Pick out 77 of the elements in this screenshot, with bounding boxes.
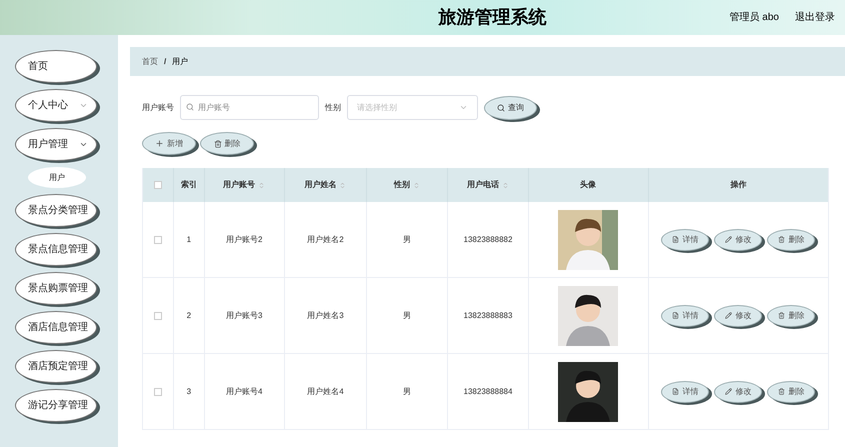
pencil-icon: [725, 236, 732, 243]
column-header: 操作: [730, 179, 746, 191]
delete-button[interactable]: 删除: [767, 380, 816, 402]
add-button[interactable]: 新增: [142, 132, 196, 155]
detail-button[interactable]: 详情: [661, 228, 710, 250]
edit-button[interactable]: 修改: [714, 228, 762, 250]
table-cell: 1: [186, 234, 192, 246]
column-header: 用户姓名: [304, 179, 336, 191]
breadcrumb-item[interactable]: 首页: [142, 56, 158, 68]
breadcrumb-separator: /: [164, 56, 166, 68]
table-cell: 13823888883: [464, 310, 512, 322]
table-cell: 用户姓名4: [307, 386, 344, 398]
delete-button[interactable]: 删除: [767, 304, 816, 326]
table-cell: 男: [403, 386, 412, 398]
table-cell: 用户账号4: [226, 386, 262, 398]
document-icon: [672, 236, 680, 243]
document-icon: [672, 388, 680, 395]
sidebar-item[interactable]: 个人中心: [15, 89, 97, 122]
plus-icon: [155, 139, 164, 148]
column-header: 用户账号: [223, 179, 256, 191]
trash-icon: [778, 236, 786, 243]
edit-button[interactable]: 修改: [714, 304, 762, 326]
sidebar-item[interactable]: 用户管理: [15, 128, 97, 161]
query-button[interactable]: 查询: [484, 96, 537, 120]
sidebar-item[interactable]: 景点购票管理: [15, 272, 97, 305]
table-cell: 用户姓名2: [307, 234, 344, 246]
sidebar-item[interactable]: 首页: [15, 50, 97, 83]
table-cell: 用户账号2: [226, 234, 262, 246]
chevron-icon: [459, 103, 468, 112]
pencil-icon: [725, 312, 732, 319]
table-cell: 男: [403, 310, 412, 322]
chevron-icon: [79, 140, 88, 149]
field-label: 用户账号: [142, 102, 174, 114]
search-icon: [497, 104, 505, 112]
trash-icon: [778, 388, 786, 395]
pencil-icon: [725, 388, 732, 395]
sort-icon[interactable]: [413, 182, 420, 188]
document-icon: [672, 312, 680, 319]
table-cell: 13823888884: [464, 386, 512, 398]
trash-icon: [214, 140, 222, 148]
column-header: 头像: [580, 179, 596, 191]
chevron-icon: [79, 101, 88, 110]
sidebar-item[interactable]: 酒店信息管理: [15, 311, 97, 344]
table-cell: 用户姓名3: [307, 310, 344, 322]
field-label: 性别: [325, 102, 341, 114]
table-cell: 13823888882: [464, 234, 512, 246]
select-all-checkbox[interactable]: [154, 181, 162, 189]
column-header: 索引: [180, 179, 197, 191]
logout-link[interactable]: 退出登录: [795, 10, 835, 25]
sidebar-item[interactable]: 景点分类管理: [15, 194, 97, 227]
user-label: 管理员 abo: [730, 11, 779, 25]
submenu-item[interactable]: 用户: [28, 167, 86, 188]
column-header: 性别: [394, 179, 410, 191]
table-cell: 2: [186, 310, 192, 322]
row-checkbox[interactable]: [154, 236, 162, 244]
detail-button[interactable]: 详情: [661, 380, 710, 402]
table-cell: 3: [186, 386, 192, 398]
trash-icon: [778, 312, 786, 319]
breadcrumb-item: 用户: [172, 56, 188, 68]
sidebar-item[interactable]: 酒店预定管理: [15, 350, 97, 383]
app-title: 旅游管理系统: [438, 6, 546, 29]
sort-icon[interactable]: [258, 182, 266, 188]
sidebar-item[interactable]: 游记分享管理: [15, 389, 97, 422]
row-checkbox[interactable]: [154, 312, 162, 320]
delete-button[interactable]: 删除: [200, 132, 254, 155]
sort-icon[interactable]: [502, 182, 509, 188]
sidebar-item[interactable]: 景点信息管理: [15, 233, 97, 266]
row-checkbox[interactable]: [154, 388, 162, 396]
delete-button[interactable]: 删除: [767, 228, 816, 250]
sort-icon[interactable]: [339, 182, 346, 188]
account-search-field[interactable]: 用户账号: [180, 95, 319, 120]
edit-button[interactable]: 修改: [714, 380, 762, 402]
table-cell: 男: [403, 234, 412, 246]
column-header: 用户电话: [466, 179, 499, 191]
search-icon: [186, 103, 194, 111]
detail-button[interactable]: 详情: [661, 304, 710, 326]
table-cell: 用户账号3: [226, 310, 262, 322]
